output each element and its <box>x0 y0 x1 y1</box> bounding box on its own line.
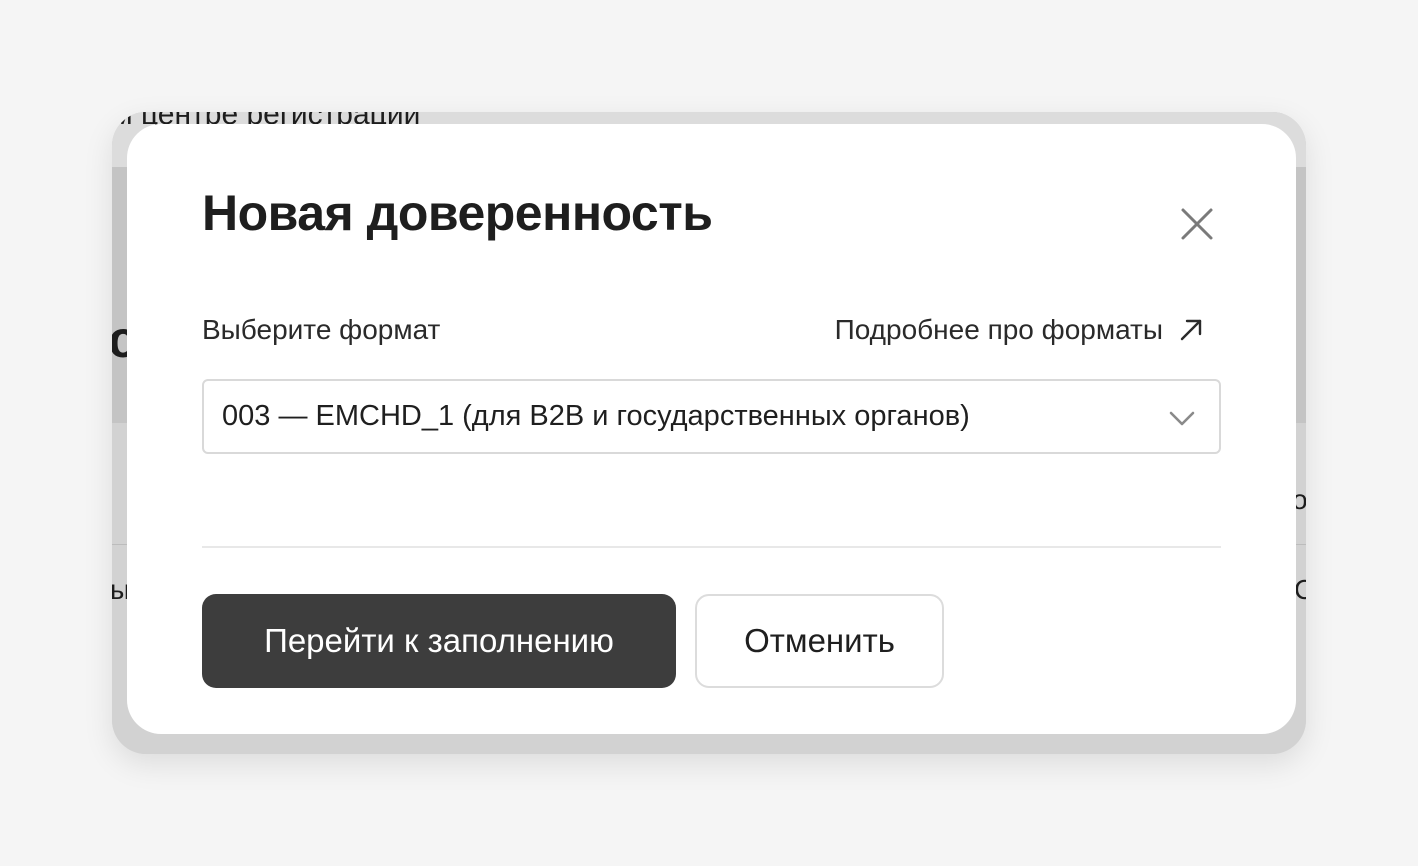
dialog-divider <box>202 546 1221 548</box>
close-icon <box>1181 208 1213 240</box>
go-to-filling-button[interactable]: Перейти к заполнению <box>202 594 676 688</box>
format-select[interactable]: 003 — EMCHD_1 (для B2B и государственных… <box>202 379 1221 454</box>
new-power-of-attorney-dialog: Новая доверенность Выберите формат Подро… <box>127 124 1296 734</box>
format-label: Выберите формат <box>202 314 441 345</box>
close-button[interactable] <box>1175 202 1219 246</box>
formats-info-link[interactable]: Подробнее про форматы <box>835 314 1205 346</box>
format-select-value: 003 — EMCHD_1 (для B2B и государственных… <box>222 400 970 432</box>
chevron-down-icon <box>1169 411 1195 426</box>
formats-info-link-label: Подробнее про форматы <box>834 314 1163 345</box>
dialog-title: Новая доверенность <box>202 185 713 241</box>
cancel-button[interactable]: Отменить <box>695 594 944 688</box>
arrow-up-right-icon <box>1180 319 1202 341</box>
